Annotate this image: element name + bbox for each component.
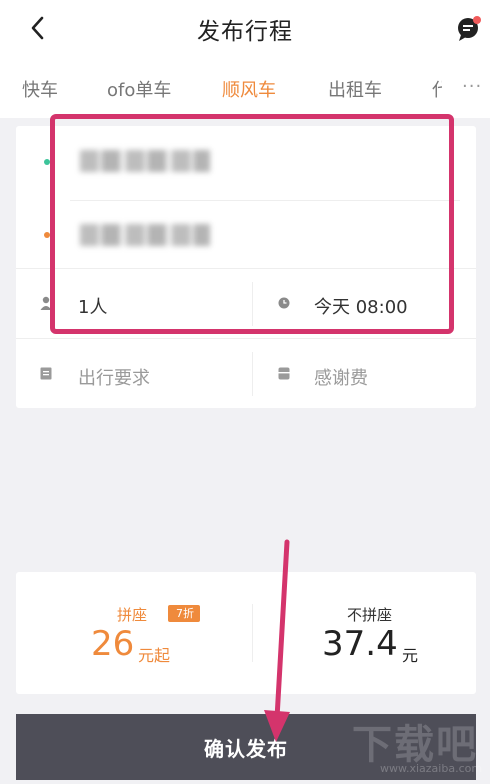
tab-hitch-ride[interactable]: 顺风车	[222, 76, 276, 102]
divider	[70, 200, 460, 201]
carpool-label: 拼座	[117, 606, 148, 624]
solo-label: 不拼座	[347, 606, 393, 624]
wallet-icon	[278, 367, 290, 380]
carpool-price: 26	[91, 624, 135, 664]
solo-price: 37.4	[322, 624, 398, 664]
service-tabs: 快车 ofo单车 顺风车 出租车 代 ···	[0, 58, 490, 118]
end-address-field[interactable]	[80, 224, 210, 246]
discount-badge: 7折	[168, 605, 200, 622]
passenger-count[interactable]: 1人	[78, 293, 107, 319]
top-bar: 发布行程	[0, 0, 490, 58]
start-dot-icon	[44, 159, 50, 165]
watermark-url: www.xiazaiba.com	[380, 762, 483, 775]
divider	[252, 282, 253, 326]
tab-taxi[interactable]: 出租车	[328, 76, 382, 102]
clock-icon	[278, 297, 290, 309]
person-icon	[40, 296, 52, 310]
message-icon[interactable]	[455, 14, 483, 42]
more-icon[interactable]: ···	[462, 76, 482, 97]
page-title: 发布行程	[197, 19, 293, 45]
price-card	[16, 572, 476, 694]
end-dot-icon	[44, 232, 50, 238]
solo-unit: 元	[402, 646, 419, 665]
travel-requirements-field[interactable]: 出行要求	[78, 364, 150, 390]
tab-designated-driver[interactable]: 代	[432, 76, 442, 102]
tab-express[interactable]: 快车	[22, 76, 58, 102]
tab-ofo-bike[interactable]: ofo单车	[107, 76, 171, 102]
departure-time[interactable]: 今天 08:00	[314, 293, 408, 319]
divider	[252, 604, 253, 662]
divider	[16, 268, 476, 269]
divider	[252, 352, 253, 396]
divider	[16, 338, 476, 339]
start-address-field[interactable]	[80, 150, 210, 172]
thank-fee-field[interactable]: 感谢费	[314, 364, 368, 390]
note-icon	[40, 367, 52, 380]
carpool-unit: 元起	[138, 646, 171, 665]
